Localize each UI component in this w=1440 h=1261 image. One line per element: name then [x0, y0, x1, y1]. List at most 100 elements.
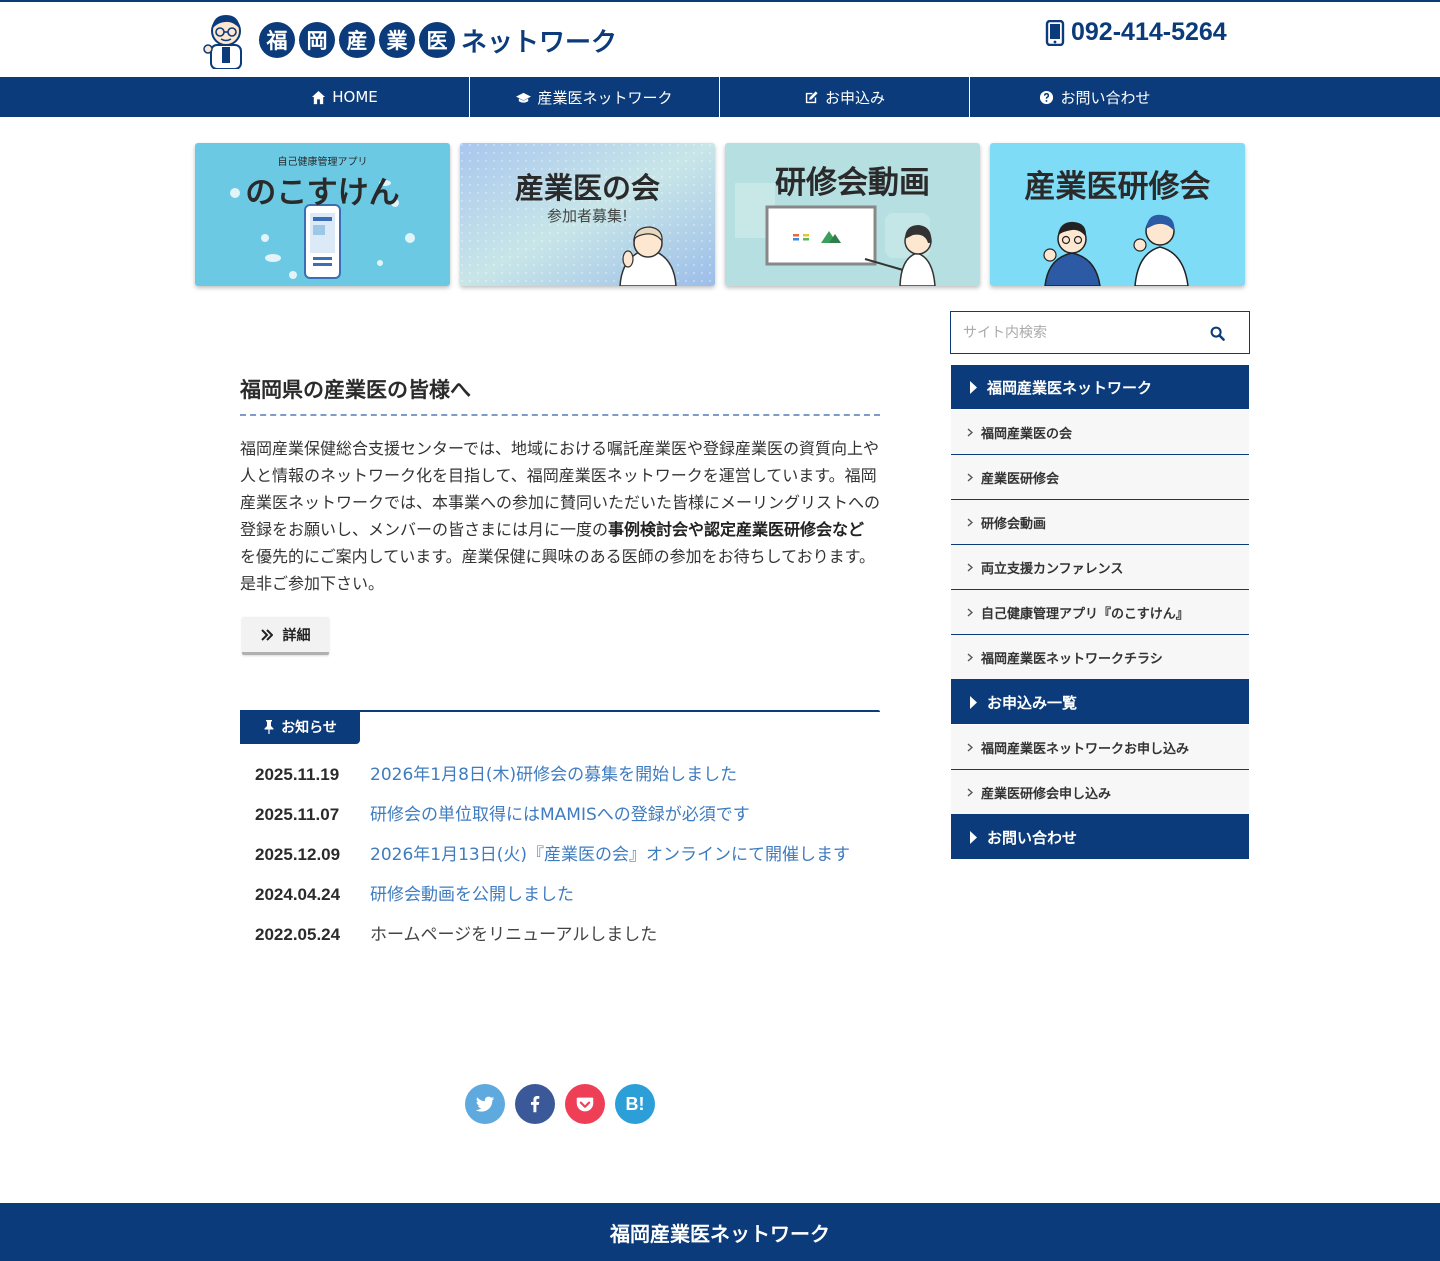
global-nav: HOME 産業医ネットワーク お申込み お問い合わせ [0, 77, 1440, 117]
facebook-icon [530, 1096, 540, 1113]
nav-application[interactable]: お申込み [720, 77, 970, 117]
sidebar-item[interactable]: 福岡産業医ネットワークお申し込み [951, 725, 1249, 770]
footer-title: 福岡産業医ネットワーク [610, 1221, 830, 1246]
banner-nokosuken[interactable]: 自己健康管理アプリ のこすけん [195, 143, 450, 286]
news-link[interactable]: 2026年1月13日(火)『産業医の会』オンラインにて開催します [370, 845, 850, 865]
news-tab-label: お知らせ [281, 720, 337, 736]
home-icon [312, 90, 326, 104]
thumbtack-icon [264, 720, 274, 734]
sidebar-heading-label: お問い合わせ [987, 828, 1078, 847]
nav-contact[interactable]: お問い合わせ [970, 77, 1220, 117]
pocket-share-button[interactable] [565, 1084, 605, 1124]
sidebar-item-label: 研修会動画 [981, 516, 1047, 532]
intro-bold-text: 事例検討会や認定産業医研修会など [608, 520, 865, 539]
double-chevron-right-icon [260, 628, 273, 641]
sidebar-item-label: 福岡産業医の会 [981, 426, 1073, 442]
logo-text: 福 岡 産 業 医 [259, 22, 455, 58]
sidebar-item-label: 産業医研修会 [981, 471, 1060, 487]
sidebar-item-label: 両立支援カンファレンス [981, 561, 1124, 577]
news-link[interactable]: 研修会の単位取得にはMAMISへの登録が必須です [370, 800, 750, 830]
banner-physician-training[interactable]: 産業医研修会 [990, 143, 1245, 286]
nav-label: お申込み [824, 88, 885, 107]
sidebar-item-label: 福岡産業医ネットワークお申し込み [981, 741, 1190, 757]
nav-label: 産業医ネットワーク [537, 88, 673, 107]
question-circle-icon [1040, 90, 1054, 104]
news-item: 2024.04.24 研修会動画を公開しました [255, 880, 870, 910]
search-icon[interactable] [1210, 326, 1225, 341]
news-link[interactable]: 2026年1月8日(木)研修会の募集を開始しました [370, 760, 737, 790]
chevron-right-icon [967, 652, 973, 662]
sidebar-heading-applications[interactable]: お申込み一覧 [951, 680, 1249, 724]
chevron-right-icon [967, 472, 973, 482]
news-item: 2025.12.09 2026年1月13日(火)『産業医の会』オンラインにて開催し… [255, 840, 870, 870]
chevron-right-icon [967, 742, 973, 752]
sidebar-item-label: 福岡産業医ネットワークチラシ [981, 651, 1163, 667]
facebook-share-button[interactable] [515, 1084, 555, 1124]
sidebar-item[interactable]: 両立支援カンファレンス [951, 545, 1249, 590]
nav-industrial-physician-network[interactable]: 産業医ネットワーク [470, 77, 720, 117]
sidebar-item[interactable]: 産業医研修会申し込み [951, 770, 1249, 815]
logo-char: 福 [259, 22, 295, 58]
chevron-right-icon [967, 607, 973, 617]
intro-paragraph: 福岡産業保健総合支援センターでは、地域における嘱託産業医や登録産業医の資質向上や… [240, 435, 880, 597]
site-logo[interactable]: 福 岡 産 業 医 ネットワーク [203, 10, 617, 70]
graduation-cap-icon [516, 92, 532, 103]
caret-right-icon [970, 695, 977, 709]
site-header: 福 岡 産 業 医 ネットワーク 092-414-5264 [0, 2, 1440, 77]
twitter-icon [475, 1096, 495, 1112]
sidebar-heading-label: お申込み一覧 [987, 693, 1078, 712]
logo-tail-text: ネットワーク [461, 27, 618, 58]
sidebar-item-label: 自己健康管理アプリ『のこすけん』 [981, 606, 1189, 622]
sidebar-item-label: 産業医研修会申し込み [981, 786, 1112, 802]
chevron-right-icon [967, 427, 973, 437]
nav-home[interactable]: HOME [220, 77, 470, 117]
banner-training-video[interactable]: 研修会動画 [725, 143, 980, 286]
intro-text: を優先的にご案内しています。産業保健に興味のある医師の参加をお待ちしております。… [240, 547, 876, 593]
news-item: 2025.11.19 2026年1月8日(木)研修会の募集を開始しました [255, 760, 870, 790]
nav-label: HOME [332, 88, 378, 106]
hatena-bookmark-button[interactable]: B! [615, 1084, 655, 1124]
search-input[interactable] [963, 320, 1203, 346]
news-date: 2025.11.07 [255, 805, 340, 824]
caret-right-icon [970, 380, 977, 394]
banner-title: 研修会動画 [775, 165, 930, 201]
logo-char: 業 [379, 22, 415, 58]
detail-button-label: 詳細 [282, 627, 311, 644]
news-item: 2025.11.07 研修会の単位取得にはMAMISへの登録が必須です [255, 800, 870, 830]
sidebar-item[interactable]: 研修会動画 [951, 500, 1249, 545]
chevron-right-icon [967, 562, 973, 572]
news-date: 2025.11.19 [255, 765, 340, 784]
banner-subtitle: 自己健康管理アプリ [277, 157, 368, 168]
banner-title: 産業医研修会 [1024, 169, 1211, 205]
doctor-mascot-icon [203, 15, 242, 69]
sidebar-item[interactable]: 産業医研修会 [951, 455, 1249, 500]
chevron-right-icon [967, 787, 973, 797]
site-search [950, 311, 1250, 354]
news-link[interactable]: 研修会動画を公開しました [370, 880, 574, 910]
banner-physician-meeting[interactable]: 産業医の会 参加者募集! [460, 143, 715, 286]
logo-char: 岡 [299, 22, 335, 58]
news-tab: お知らせ [240, 710, 360, 744]
sidebar-heading-network[interactable]: 福岡産業医ネットワーク [951, 365, 1249, 409]
news-date: 2025.12.09 [255, 845, 341, 864]
chevron-right-icon [967, 517, 973, 527]
banner-subtitle: 参加者募集! [546, 207, 628, 225]
news-list: 2025.11.19 2026年1月8日(木)研修会の募集を開始しました 202… [255, 760, 870, 960]
sidebar-item[interactable]: 福岡産業医ネットワークチラシ [951, 635, 1249, 680]
twitter-share-button[interactable] [465, 1084, 505, 1124]
mobile-phone-icon [1045, 19, 1065, 46]
detail-button[interactable]: 詳細 [242, 617, 329, 655]
sidebar-heading-contact[interactable]: お問い合わせ [951, 815, 1249, 859]
banner-title: 産業医の会 [514, 171, 660, 205]
nav-label: お問い合わせ [1060, 88, 1151, 107]
sidebar-item[interactable]: 福岡産業医の会 [951, 410, 1249, 455]
pocket-icon [576, 1097, 594, 1112]
sidebar-item[interactable]: 自己健康管理アプリ『のこすけん』 [951, 590, 1249, 635]
news-item: 2022.05.24 ホームページをリニューアルしました [255, 920, 870, 950]
caret-right-icon [970, 830, 977, 844]
news-date: 2024.04.24 [255, 885, 341, 904]
logo-char: 産 [339, 22, 375, 58]
phone-number: 092-414-5264 [1071, 18, 1227, 46]
phone-contact[interactable]: 092-414-5264 [1045, 18, 1227, 47]
hatena-icon: B! [625, 1093, 645, 1114]
